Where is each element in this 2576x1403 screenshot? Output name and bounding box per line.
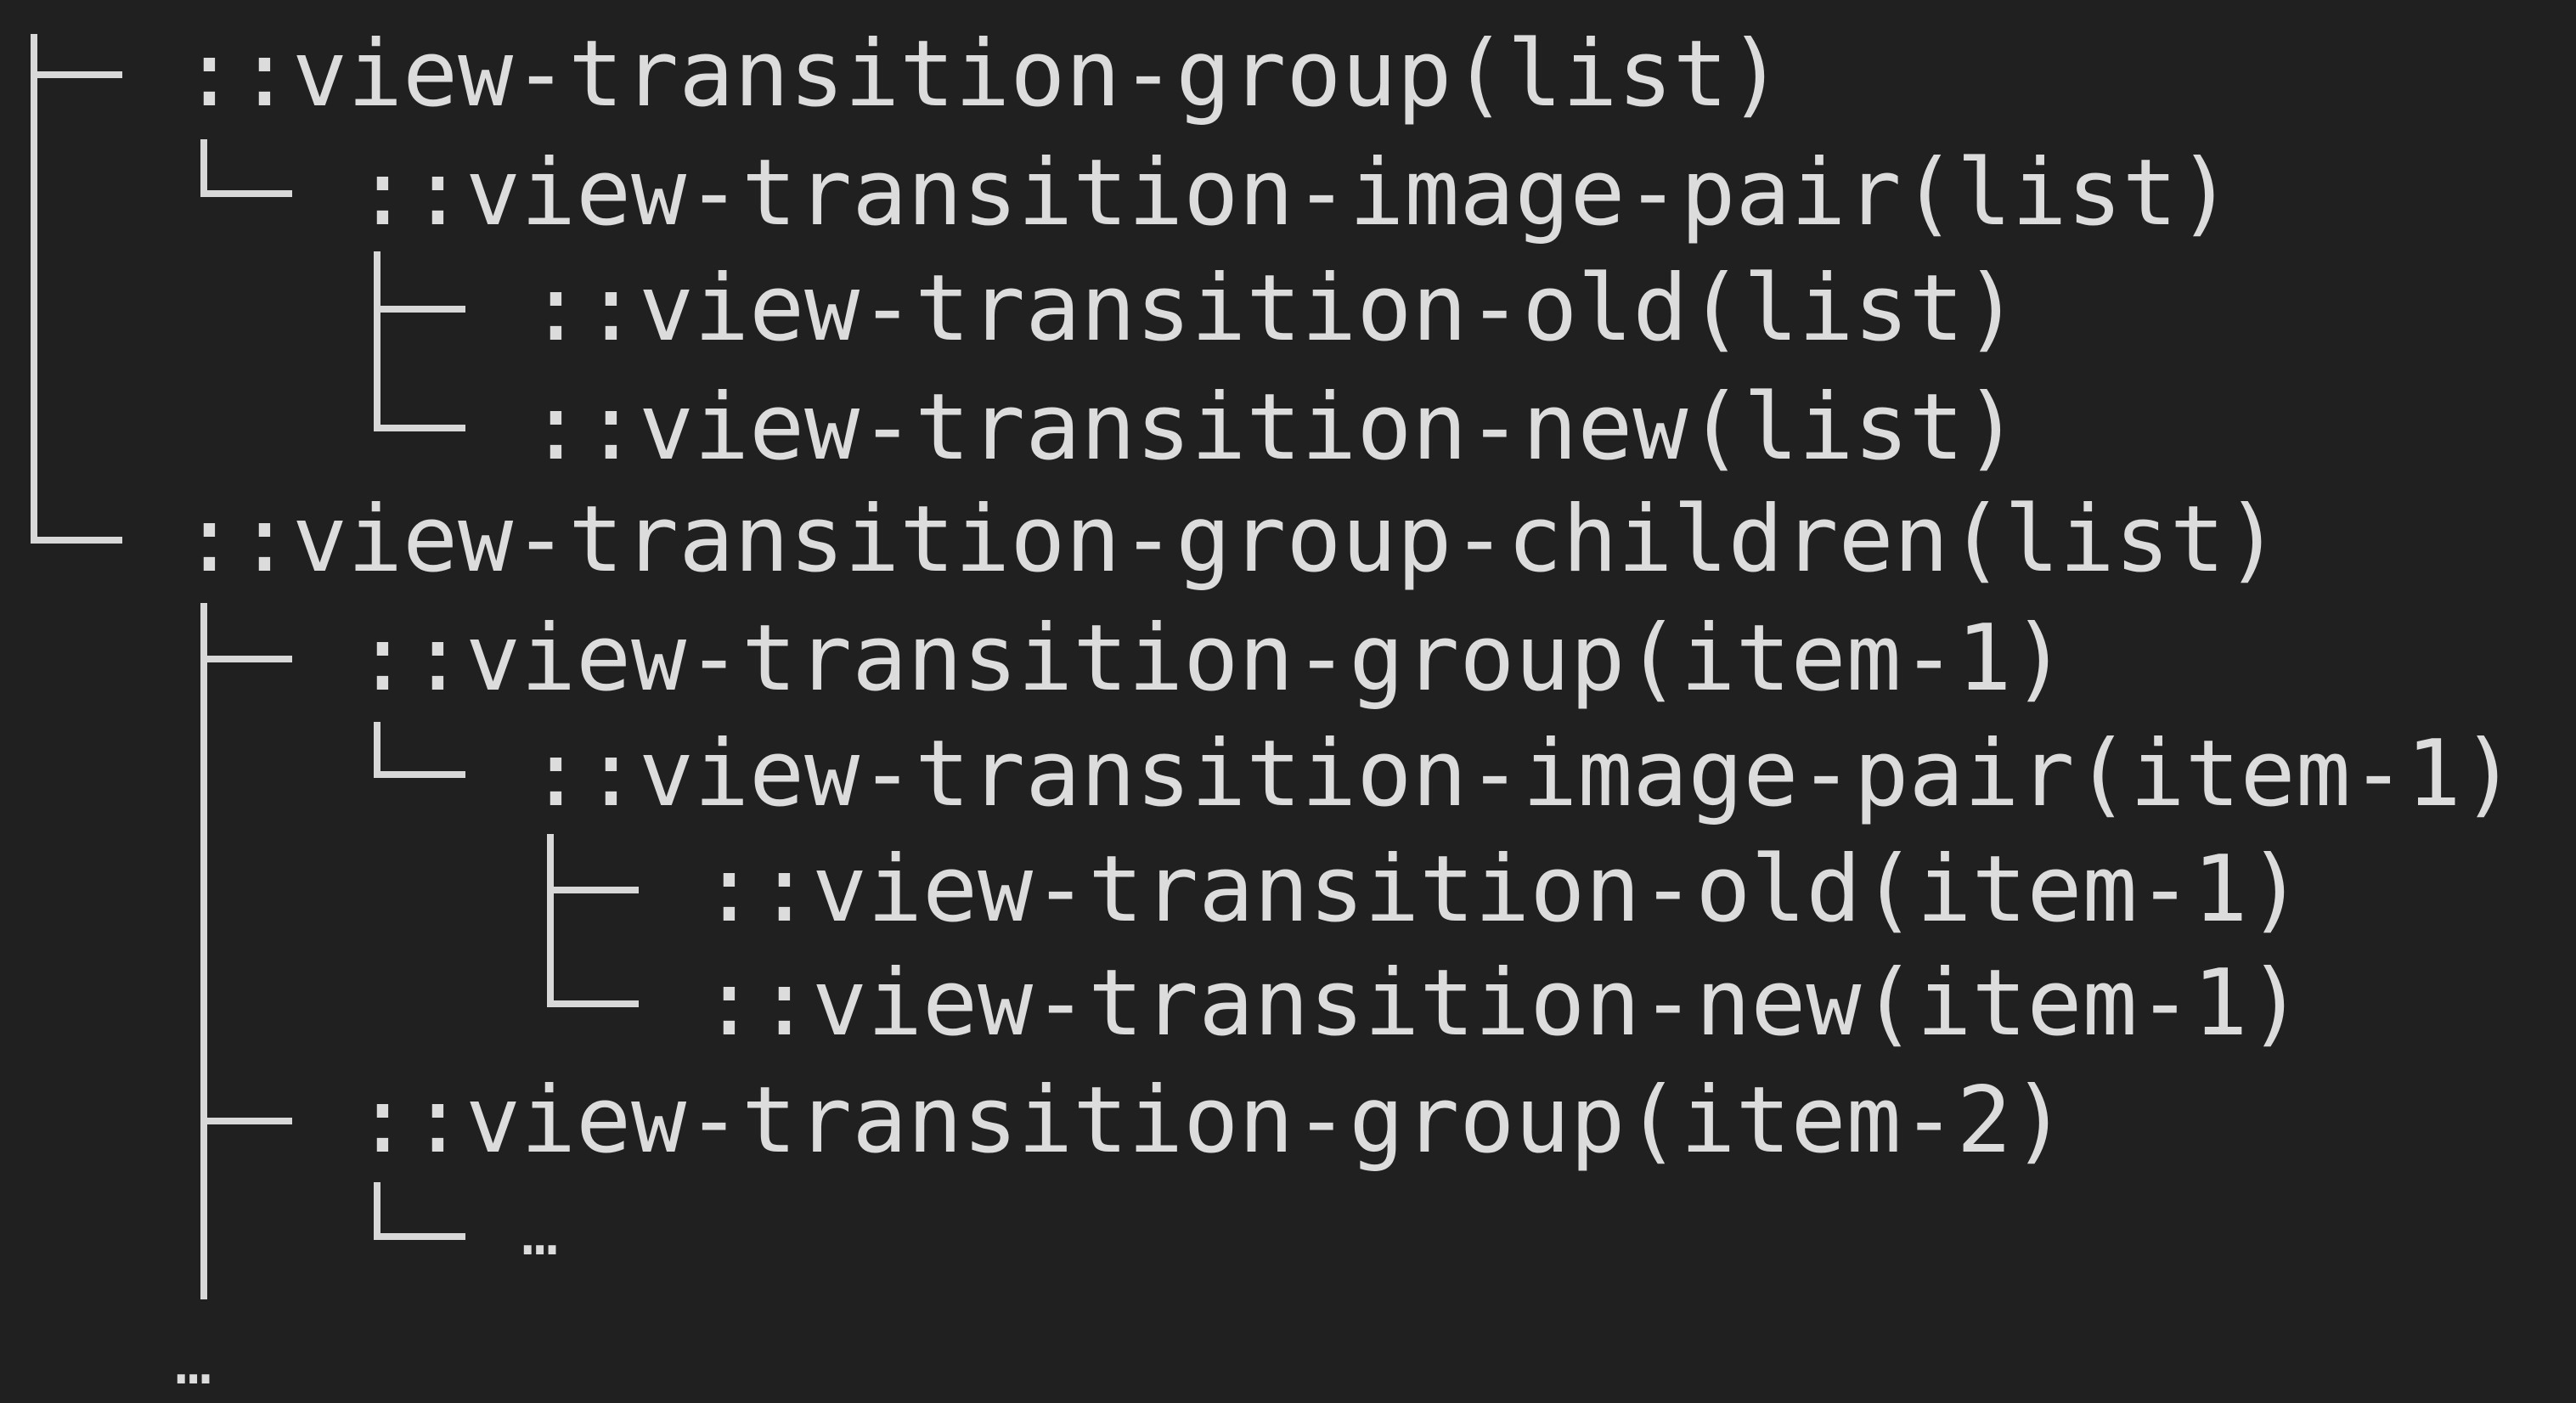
- node-view-transition-image-pair-list: ::view-transition-image-pair(list): [355, 140, 2233, 246]
- item-2-more-ellipsis: …: [521, 1197, 559, 1269]
- pseudo-element-tree: ::view-transition-group(list) ::view-tra…: [0, 0, 2576, 1398]
- node-view-transition-old-item-1: ::view-transition-old(item-1): [702, 837, 2303, 943]
- node-view-transition-new-list: ::view-transition-new(list): [528, 375, 2020, 481]
- node-view-transition-old-list: ::view-transition-old(list): [528, 256, 2020, 362]
- node-view-transition-image-pair-item-1: ::view-transition-image-pair(item-1): [528, 721, 2517, 827]
- node-view-transition-new-item-1: ::view-transition-new(item-1): [702, 950, 2303, 1056]
- node-view-transition-group-item-1: ::view-transition-group(item-1): [355, 606, 2067, 712]
- node-view-transition-group-children-list: ::view-transition-group-children(list): [182, 487, 2280, 593]
- node-view-transition-group-item-2: ::view-transition-group(item-2): [355, 1068, 2067, 1174]
- node-view-transition-group-list: ::view-transition-group(list): [182, 21, 1784, 127]
- root-more-ellipsis: …: [175, 1327, 212, 1398]
